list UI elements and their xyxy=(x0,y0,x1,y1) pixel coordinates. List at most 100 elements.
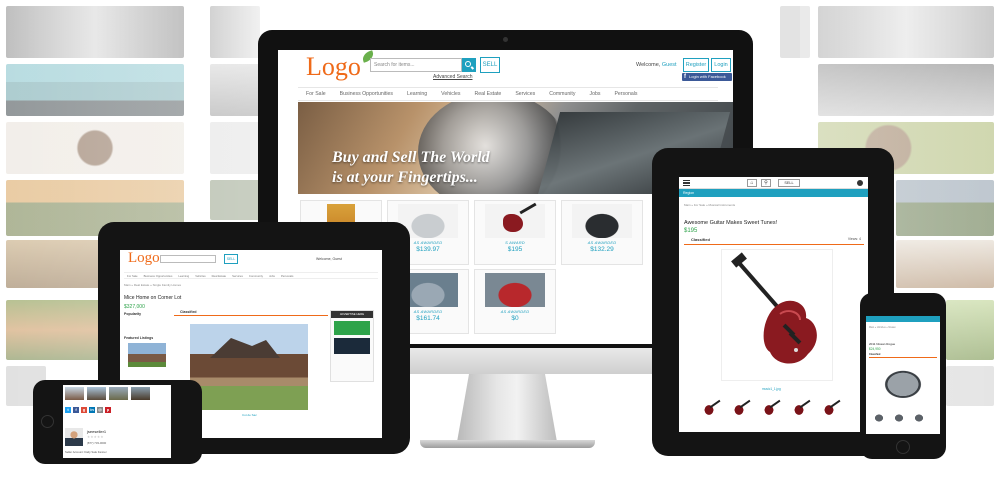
listing-thumbnail[interactable] xyxy=(65,387,84,400)
classified-tab[interactable]: Classified xyxy=(174,310,328,316)
nav-item[interactable]: Learning xyxy=(178,273,189,278)
register-button[interactable]: Register xyxy=(683,58,709,72)
hamburger-menu-icon[interactable] xyxy=(683,180,690,186)
sell-button[interactable]: SELL xyxy=(778,179,800,187)
listing-thumbnail[interactable] xyxy=(87,387,106,400)
classified-tab[interactable]: Classified xyxy=(869,353,937,358)
listing-card[interactable]: S AWARD $195 xyxy=(474,200,556,265)
featured-listing-thumbnail[interactable] xyxy=(128,343,166,367)
listing-card[interactable]: AS AWARDED $132.29 xyxy=(561,200,643,265)
home-button[interactable] xyxy=(896,440,910,454)
linkedin-icon[interactable]: in xyxy=(89,407,95,413)
phone-landscape-screen: t f g in @ p jseeseller1 ★★★★★ (877) 733… xyxy=(63,385,171,458)
search-input[interactable]: Search for items... xyxy=(370,58,462,72)
photo-thumbnail[interactable] xyxy=(789,399,809,419)
sell-button[interactable]: SELL xyxy=(480,57,500,73)
photo-thumbnail[interactable] xyxy=(872,412,886,422)
nav-item[interactable]: Jobs xyxy=(589,91,600,97)
tablet-portrait-screen: ⌂ ⚲ SELL Region Main » For Sale » Musica… xyxy=(679,177,868,432)
search-button[interactable] xyxy=(462,58,476,72)
home-button[interactable] xyxy=(41,415,54,428)
nav-item[interactable]: Personals xyxy=(614,91,637,97)
nav-item[interactable]: Business Opportunities xyxy=(340,91,393,97)
camera-dot xyxy=(503,37,508,42)
seller-name[interactable]: jseeseller1 xyxy=(87,429,106,434)
facebook-icon: f xyxy=(684,74,686,80)
listing-title: Mice Home on Corner Lot xyxy=(124,295,182,301)
guest-link[interactable]: Guest xyxy=(662,62,677,68)
photo-caption: Cut de Sac xyxy=(242,413,257,417)
rating-stars: ★★★★★ xyxy=(87,435,104,439)
welcome-text: Welcome, Guest xyxy=(636,62,677,68)
nav-item[interactable]: For Sale xyxy=(127,273,138,278)
ad-banner[interactable] xyxy=(334,321,370,335)
photo-thumbnails xyxy=(699,399,849,421)
listing-price: $195 xyxy=(684,228,698,234)
avatar[interactable] xyxy=(65,428,83,446)
phone-landscape-device: t f g in @ p jseeseller1 ★★★★★ (877) 733… xyxy=(33,380,202,464)
home-icon[interactable]: ⌂ xyxy=(747,179,757,187)
site-logo[interactable]: Logo xyxy=(306,50,376,82)
listing-thumbnail[interactable] xyxy=(131,387,150,400)
google-plus-icon[interactable]: g xyxy=(81,407,87,413)
region-selector[interactable]: Region xyxy=(679,189,868,197)
listing-thumbnail xyxy=(485,204,545,238)
sell-button[interactable]: SELL xyxy=(224,254,238,264)
photo-caption[interactable]: music1_1.jpg xyxy=(762,387,781,391)
advanced-search-link[interactable]: Advanced Search xyxy=(433,74,472,80)
tablet-portrait-device: ⌂ ⚲ SELL Region Main » For Sale » Musica… xyxy=(652,148,894,456)
search-icon[interactable]: ⚲ xyxy=(761,179,771,187)
classified-tab[interactable]: Classified Views: 4 xyxy=(684,237,864,245)
email-icon[interactable]: @ xyxy=(97,407,103,413)
nav-item[interactable]: Vehicles xyxy=(195,273,205,278)
popularity-heading: Popularity xyxy=(124,312,142,316)
photo-thumbnail[interactable] xyxy=(729,399,749,419)
hero-tagline: Buy and Sell The World is at your Finger… xyxy=(332,149,490,186)
listing-photo[interactable] xyxy=(876,364,930,398)
site-logo[interactable]: Logo xyxy=(128,250,160,267)
search-icon xyxy=(465,61,471,67)
phone-portrait-device: Main » Vehicles » Nissan 2011 Nissan Rog… xyxy=(860,293,946,459)
listing-thumbnail xyxy=(572,204,632,238)
nav-item[interactable]: Services xyxy=(515,91,535,97)
photo-thumbnail[interactable] xyxy=(912,412,926,422)
twitter-icon[interactable]: t xyxy=(65,407,71,413)
breadcrumb[interactable]: Main » Vehicles » Nissan xyxy=(869,326,896,329)
search-input[interactable] xyxy=(160,255,216,263)
nav-item[interactable]: Community xyxy=(249,273,263,278)
nav-item[interactable]: Vehicles xyxy=(441,91,460,97)
seller-phone: (877) 733-0000 xyxy=(87,441,107,445)
nav-item[interactable]: Real Estate xyxy=(475,91,502,97)
listing-card[interactable]: AS AWARDED$0 xyxy=(474,269,556,334)
listing-photo[interactable] xyxy=(721,249,833,381)
facebook-login-button[interactable]: f Login with Facebook xyxy=(682,73,732,81)
nav-item[interactable]: Business Opportunities xyxy=(144,273,173,278)
login-button[interactable]: Login xyxy=(711,58,731,72)
welcome-text: Welcome, Guest xyxy=(316,257,342,261)
ad-banner[interactable] xyxy=(334,338,370,354)
listing-title: 2011 Nissan Rogue xyxy=(869,342,896,346)
photo-thumbnail[interactable] xyxy=(699,399,719,419)
nav-item[interactable]: Real Estate xyxy=(212,273,226,278)
listing-photo[interactable] xyxy=(190,324,308,410)
nav-item[interactable]: Community xyxy=(549,91,575,97)
nav-item[interactable]: Jobs xyxy=(269,273,275,278)
main-nav: For Sale Business Opportunities Learning… xyxy=(124,272,378,279)
listing-thumbnail[interactable] xyxy=(109,387,128,400)
pinterest-icon[interactable]: p xyxy=(105,407,111,413)
advertise-sidebar[interactable]: ADVERTISE HERE xyxy=(330,310,374,382)
guitar-image xyxy=(731,252,817,364)
listing-thumbnails xyxy=(65,387,169,401)
photo-thumbnail[interactable] xyxy=(819,399,839,419)
photo-thumbnail[interactable] xyxy=(759,399,779,419)
nav-item[interactable]: Services xyxy=(232,273,243,278)
listing-price: $24,950 xyxy=(869,347,881,351)
photo-thumbnail[interactable] xyxy=(892,412,906,422)
breadcrumb[interactable]: Main » Real Estate » Single Family Homes xyxy=(124,283,181,287)
nav-item[interactable]: Learning xyxy=(407,91,427,97)
breadcrumb[interactable]: Main » For Sale » Musical Instruments xyxy=(684,203,735,207)
nav-item[interactable]: For Sale xyxy=(306,91,326,97)
facebook-icon[interactable]: f xyxy=(73,407,79,413)
user-icon[interactable] xyxy=(857,180,863,186)
nav-item[interactable]: Personals xyxy=(281,273,293,278)
